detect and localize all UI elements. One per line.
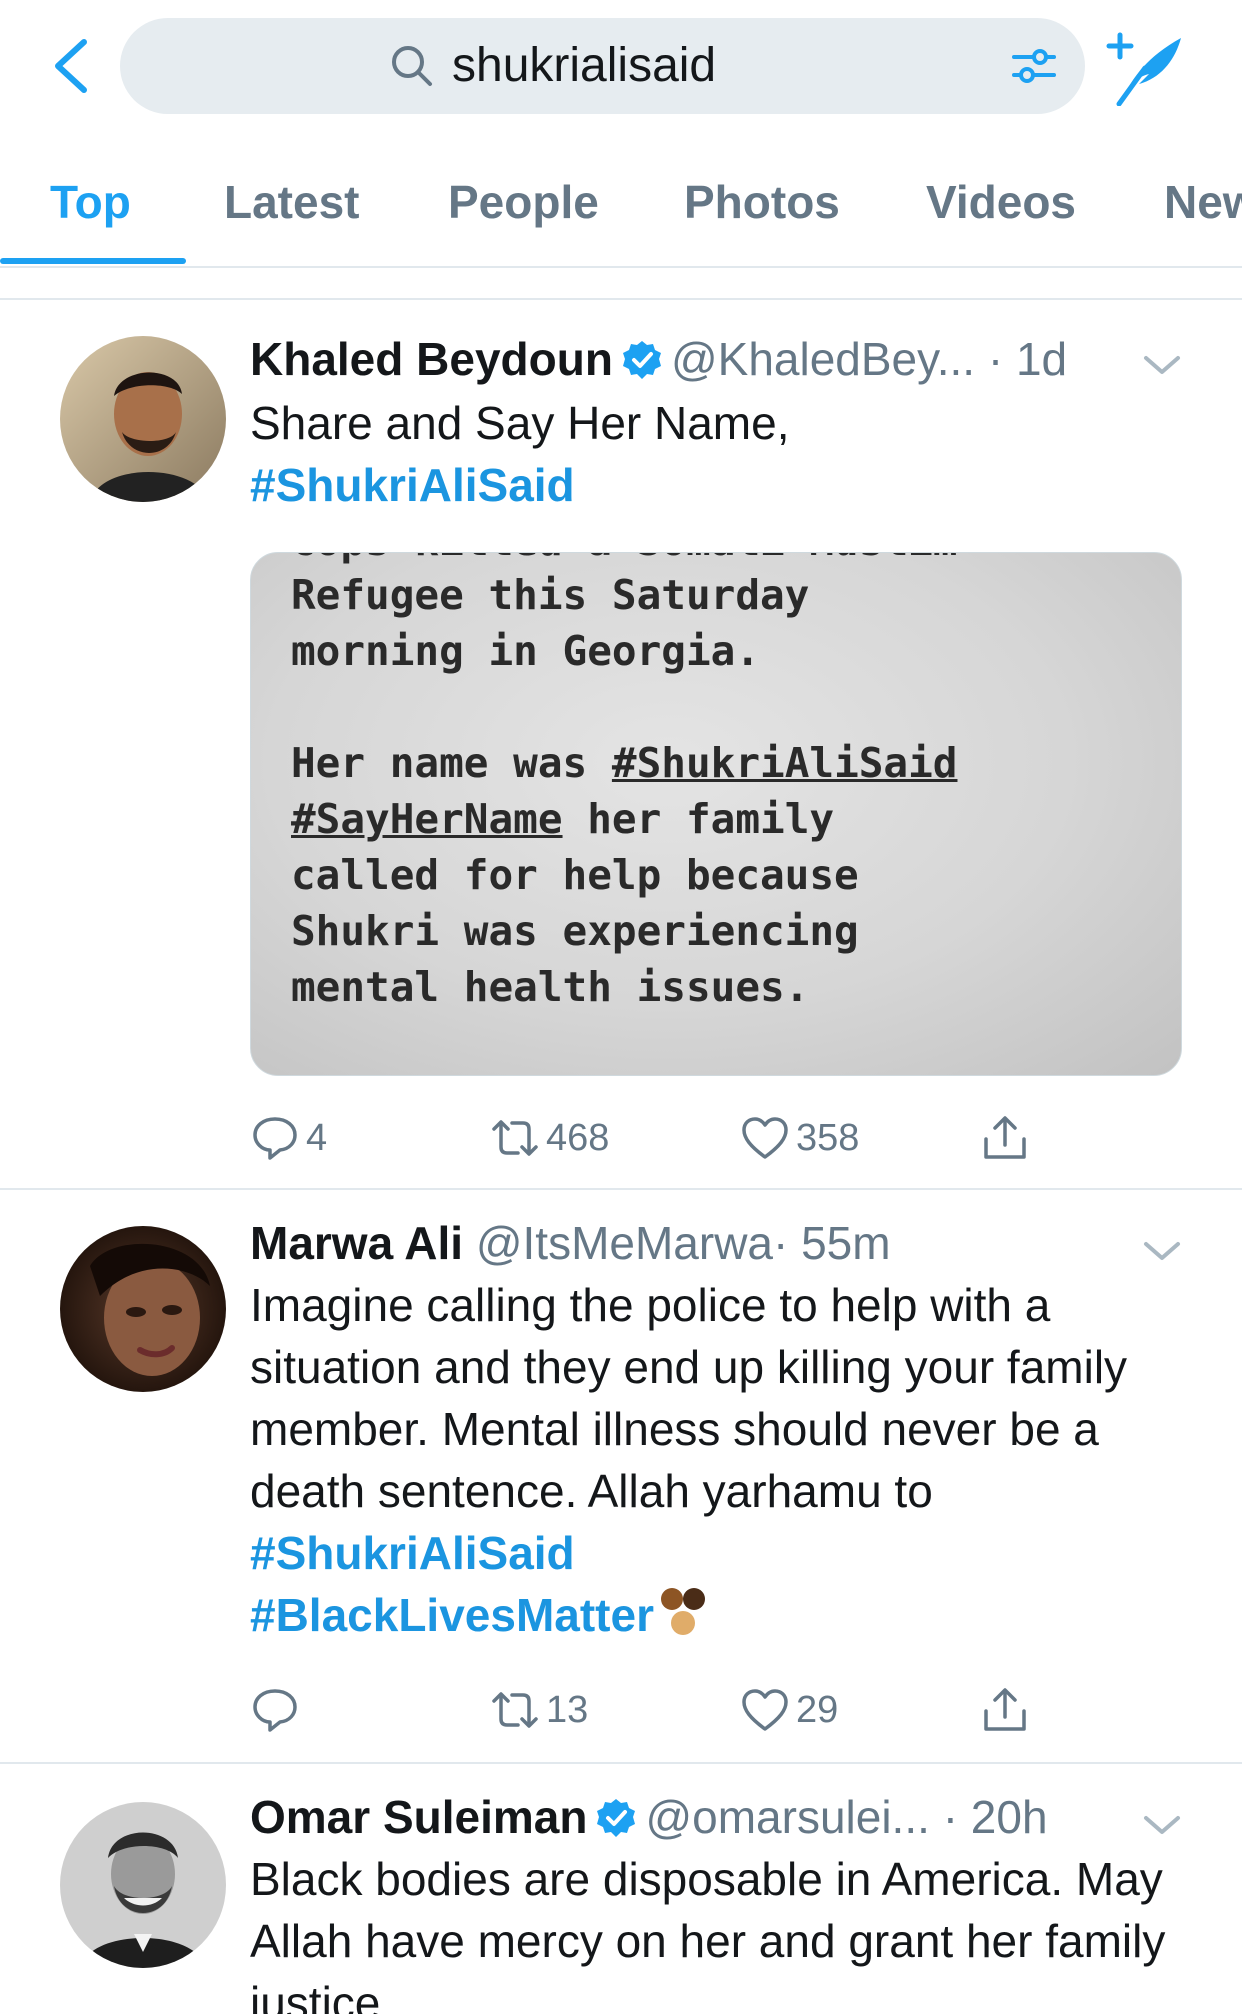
verified-badge-icon: [597, 1799, 636, 1837]
avatar-image: [60, 1226, 226, 1392]
tweet-time: · 1d: [987, 333, 1068, 385]
author-name[interactable]: Omar Suleiman: [250, 1791, 587, 1843]
avatar-image: [60, 1802, 226, 1968]
media-hashtag: #SayHerName: [291, 795, 563, 843]
tweet-time: · 20h: [942, 1791, 1048, 1843]
tweet-header: Omar Suleiman @omarsulei... · 20h: [250, 1788, 1048, 1846]
media-line: morning in Georgia.: [291, 627, 760, 675]
tweet-text-body: Imagine calling the police to help with …: [250, 1279, 1128, 1517]
search-query: shukrialisaid: [452, 39, 717, 92]
hashtag-link[interactable]: #BlackLivesMatter: [250, 1589, 654, 1641]
author-name[interactable]: Khaled Beydoun: [250, 333, 613, 385]
verified-badge-icon: [622, 341, 661, 379]
tweet-actions: 4 468 358: [250, 1108, 1050, 1168]
tab-latest[interactable]: Latest: [224, 172, 359, 232]
media-line-text: Her name was: [291, 739, 612, 787]
retweet-icon: [492, 1692, 538, 1728]
media-text: Refugee this Saturday morning in Georgia.…: [291, 567, 957, 1015]
retweet-count: 468: [546, 1116, 610, 1159]
search-tabs: Top Latest People Photos Videos New: [0, 152, 1242, 268]
media-line: #SayHerName her family: [291, 791, 957, 847]
media-hashtag: #ShukriAliSaid: [611, 739, 958, 787]
retweet-button[interactable]: 468: [490, 1108, 609, 1168]
share-button[interactable]: [980, 1108, 1036, 1168]
tab-photos[interactable]: Photos: [684, 172, 840, 232]
chevron-left-icon: [55, 39, 87, 93]
tab-new[interactable]: New: [1164, 172, 1242, 232]
media-line: Shukri was experiencing: [291, 907, 859, 955]
chevron-down-icon[interactable]: [1140, 1236, 1184, 1266]
share-icon: [984, 1688, 1026, 1731]
media-cut-line: cops killed a Somali Muslim: [291, 553, 957, 565]
tweet-actions: 13 29: [250, 1680, 1050, 1740]
chevron-down-icon[interactable]: [1140, 350, 1184, 380]
like-button[interactable]: 29: [740, 1680, 838, 1740]
media-line: called for help because: [291, 851, 859, 899]
tab-videos[interactable]: Videos: [926, 172, 1076, 232]
media-line-text: her family: [562, 795, 835, 843]
like-button[interactable]: 358: [740, 1108, 859, 1168]
reply-count: 4: [306, 1116, 328, 1159]
tweet[interactable]: Omar Suleiman @omarsulei... · 20h Black …: [0, 1764, 1242, 2014]
tweet-time: · 55m: [773, 1217, 891, 1269]
media-line: Refugee this Saturday: [291, 571, 810, 619]
heart-icon: [742, 1117, 788, 1159]
author-handle[interactable]: @KhaledBey...: [671, 333, 975, 385]
media-line: mental health issues.: [291, 963, 810, 1011]
back-button[interactable]: [46, 36, 96, 96]
media-line-blank: [291, 679, 957, 735]
tweet-media-image[interactable]: cops killed a Somali Muslim Refugee this…: [250, 552, 1182, 1076]
heart-icon: [742, 1689, 788, 1731]
like-count: 358: [796, 1116, 860, 1159]
chevron-down-icon[interactable]: [1140, 1810, 1184, 1840]
reply-icon: [253, 1117, 297, 1160]
tab-top[interactable]: Top: [50, 172, 131, 232]
hashtag-link[interactable]: #ShukriAliSaid: [250, 1527, 575, 1579]
like-count: 29: [796, 1688, 839, 1731]
avatar[interactable]: [60, 336, 226, 502]
search-header: shukrialisaid Top Latest People Photos V…: [0, 0, 1242, 268]
tweet-header: Khaled Beydoun @KhaledBey... · 1d: [250, 330, 1067, 388]
tweet-text-line: Share and Say Her Name,: [250, 397, 790, 449]
tweet-text: Black bodies are disposable in America. …: [250, 1853, 1166, 2014]
tweet[interactable]: Khaled Beydoun @KhaledBey... · 1d Share …: [0, 302, 1242, 1190]
filter-sliders-icon[interactable]: [1010, 42, 1058, 90]
tweet-text: Imagine calling the police to help with …: [250, 1274, 1200, 1646]
share-button[interactable]: [980, 1680, 1036, 1740]
search-input[interactable]: shukrialisaid: [120, 18, 1085, 114]
author-name[interactable]: Marwa Ali: [250, 1217, 463, 1269]
retweet-button[interactable]: 13: [490, 1680, 588, 1740]
reply-button[interactable]: 4: [250, 1108, 327, 1168]
search-icon: [392, 46, 432, 86]
feather-plus-icon: [1106, 32, 1181, 107]
previous-tweet-remnant: [0, 268, 1242, 300]
retweet-icon: [492, 1120, 538, 1156]
hashtag-link[interactable]: #ShukriAliSaid: [250, 454, 1200, 516]
active-tab-indicator: [0, 258, 186, 264]
author-handle[interactable]: @ItsMeMarwa: [476, 1217, 773, 1269]
media-line: Her name was #ShukriAliSaid: [291, 735, 957, 791]
avatar[interactable]: [60, 1226, 226, 1392]
tab-people[interactable]: People: [448, 172, 599, 232]
tweet[interactable]: Marwa Ali @ItsMeMarwa· 55m Imagine calli…: [0, 1190, 1242, 1764]
tweet-header: Marwa Ali @ItsMeMarwa· 55m: [250, 1214, 891, 1272]
raised-fists-emoji-icon: [660, 1588, 705, 1635]
avatar[interactable]: [60, 1802, 226, 1968]
retweet-count: 13: [546, 1688, 589, 1731]
author-handle[interactable]: @omarsulei...: [645, 1791, 929, 1843]
share-icon: [984, 1116, 1026, 1159]
avatar-image: [60, 336, 226, 502]
compose-tweet-button[interactable]: [1105, 30, 1185, 107]
reply-icon: [253, 1689, 297, 1732]
tweet-text: Share and Say Her Name, #ShukriAliSaid: [250, 392, 1200, 516]
reply-button[interactable]: [250, 1680, 306, 1740]
